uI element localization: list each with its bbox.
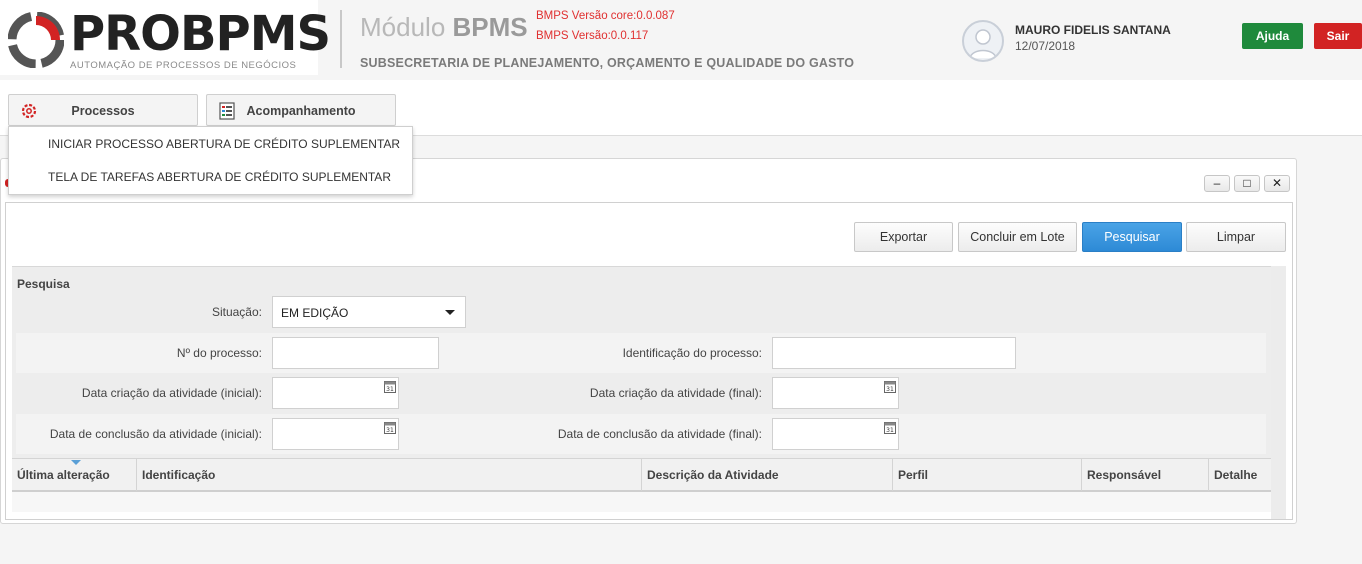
current-date: 12/07/2018	[1015, 39, 1076, 53]
processos-dropdown-menu: INICIAR PROCESSO ABERTURA DE CRÉDITO SUP…	[8, 126, 413, 195]
processo-input[interactable]	[272, 337, 439, 369]
help-button[interactable]: Ajuda	[1242, 23, 1303, 49]
chevron-down-icon	[445, 310, 455, 315]
user-name: MAURO FIDELIS SANTANA	[1015, 23, 1171, 37]
logo-wordmark: PROBPMS	[70, 6, 331, 62]
calendar-icon[interactable]: 31	[384, 380, 396, 393]
situacao-label: Situação:	[211, 305, 262, 319]
tab-processos-label: Processos	[71, 104, 135, 118]
logout-button[interactable]: Sair	[1314, 23, 1362, 49]
column-descricao-atividade[interactable]: Descrição da Atividade	[642, 459, 893, 491]
identificacao-input[interactable]	[772, 337, 1016, 369]
maximize-button[interactable]: □	[1234, 175, 1260, 192]
batch-complete-button[interactable]: Concluir em Lote	[958, 222, 1077, 252]
close-button[interactable]: ✕	[1264, 175, 1290, 192]
search-form-title: Pesquisa	[17, 277, 70, 291]
vertical-scrollbar[interactable]	[1271, 266, 1286, 519]
menu-item-iniciar-processo[interactable]: INICIAR PROCESSO ABERTURA DE CRÉDITO SUP…	[9, 128, 412, 160]
svg-text:31: 31	[886, 427, 894, 434]
menu-item-tela-tarefas[interactable]: TELA DE TAREFAS ABERTURA DE CRÉDITO SUPL…	[9, 161, 412, 193]
svg-text:31: 31	[386, 386, 394, 393]
clear-button[interactable]: Limpar	[1186, 222, 1286, 252]
criacao-inicial-input[interactable]	[272, 377, 399, 409]
search-button[interactable]: Pesquisar	[1082, 222, 1182, 252]
search-form: Pesquisa Situação: EM EDIÇÃO Nº do proce…	[12, 266, 1271, 458]
version: BMPS Versão:0.0.117	[536, 30, 649, 42]
conclusao-inicial-input[interactable]	[272, 418, 399, 450]
situacao-selected-value: EM EDIÇÃO	[281, 306, 349, 320]
logo-gear-icon	[8, 12, 64, 68]
column-identificacao[interactable]: Identificação	[137, 459, 642, 491]
conclusao-final-input[interactable]	[772, 418, 899, 450]
tab-acompanhamento[interactable]: Acompanhamento	[206, 94, 396, 126]
tasks-window: – □ ✕ Exportar Concluir em Lote Pesquisa…	[0, 158, 1297, 524]
logo-bpms: BPMS	[179, 6, 331, 62]
version-core: BMPS Versão core:0.0.087	[536, 10, 675, 22]
module-prefix: Módulo	[360, 12, 446, 42]
window-content: Exportar Concluir em Lote Pesquisar Limp…	[5, 202, 1293, 520]
identificacao-label: Identificação do processo:	[622, 346, 762, 360]
svg-text:31: 31	[386, 427, 394, 434]
logo-pro: PRO	[70, 6, 181, 62]
probpms-logo: PROBPMS AUTOMAÇÃO DE PROCESSOS DE NEGÓCI…	[0, 0, 331, 75]
conclusao-inicial-label: Data de conclusão da atividade (inicial)…	[49, 427, 262, 441]
module-title: Módulo BPMS	[360, 12, 528, 43]
header-divider	[340, 10, 342, 68]
subsecretaria-title: SUBSECRETARIA DE PLANEJAMENTO, ORÇAMENTO…	[360, 56, 855, 70]
column-responsavel[interactable]: Responsável	[1082, 459, 1209, 491]
module-name: BPMS	[452, 12, 528, 42]
avatar[interactable]	[962, 20, 1004, 62]
export-button[interactable]: Exportar	[854, 222, 953, 252]
calendar-icon[interactable]: 31	[884, 380, 896, 393]
calendar-icon[interactable]: 31	[884, 421, 896, 434]
tab-acompanhamento-label: Acompanhamento	[246, 104, 356, 118]
tab-processos[interactable]: Processos	[8, 94, 198, 126]
column-perfil[interactable]: Perfil	[893, 459, 1082, 491]
tasks-grid-body	[12, 492, 1271, 512]
app-header: PROBPMS AUTOMAÇÃO DE PROCESSOS DE NEGÓCI…	[0, 0, 1362, 80]
user-avatar-icon	[969, 29, 997, 59]
tasks-grid-header: Última alteração Identificação Descrição…	[12, 458, 1271, 492]
column-ultima-alteracao[interactable]: Última alteração	[12, 459, 137, 491]
svg-text:31: 31	[886, 386, 894, 393]
situacao-select[interactable]: EM EDIÇÃO	[272, 296, 466, 328]
column-detalhe[interactable]: Detalhe	[1209, 459, 1271, 491]
conclusao-final-label: Data de conclusão da atividade (final):	[557, 427, 762, 441]
logo-subtitle: AUTOMAÇÃO DE PROCESSOS DE NEGÓCIOS	[70, 60, 297, 71]
minimize-button[interactable]: –	[1204, 175, 1230, 192]
criacao-inicial-label: Data criação da atividade (inicial):	[81, 386, 262, 400]
processo-label: Nº do processo:	[176, 346, 262, 360]
calendar-icon[interactable]: 31	[384, 421, 396, 434]
criacao-final-label: Data criação da atividade (final):	[589, 386, 762, 400]
criacao-final-input[interactable]	[772, 377, 899, 409]
